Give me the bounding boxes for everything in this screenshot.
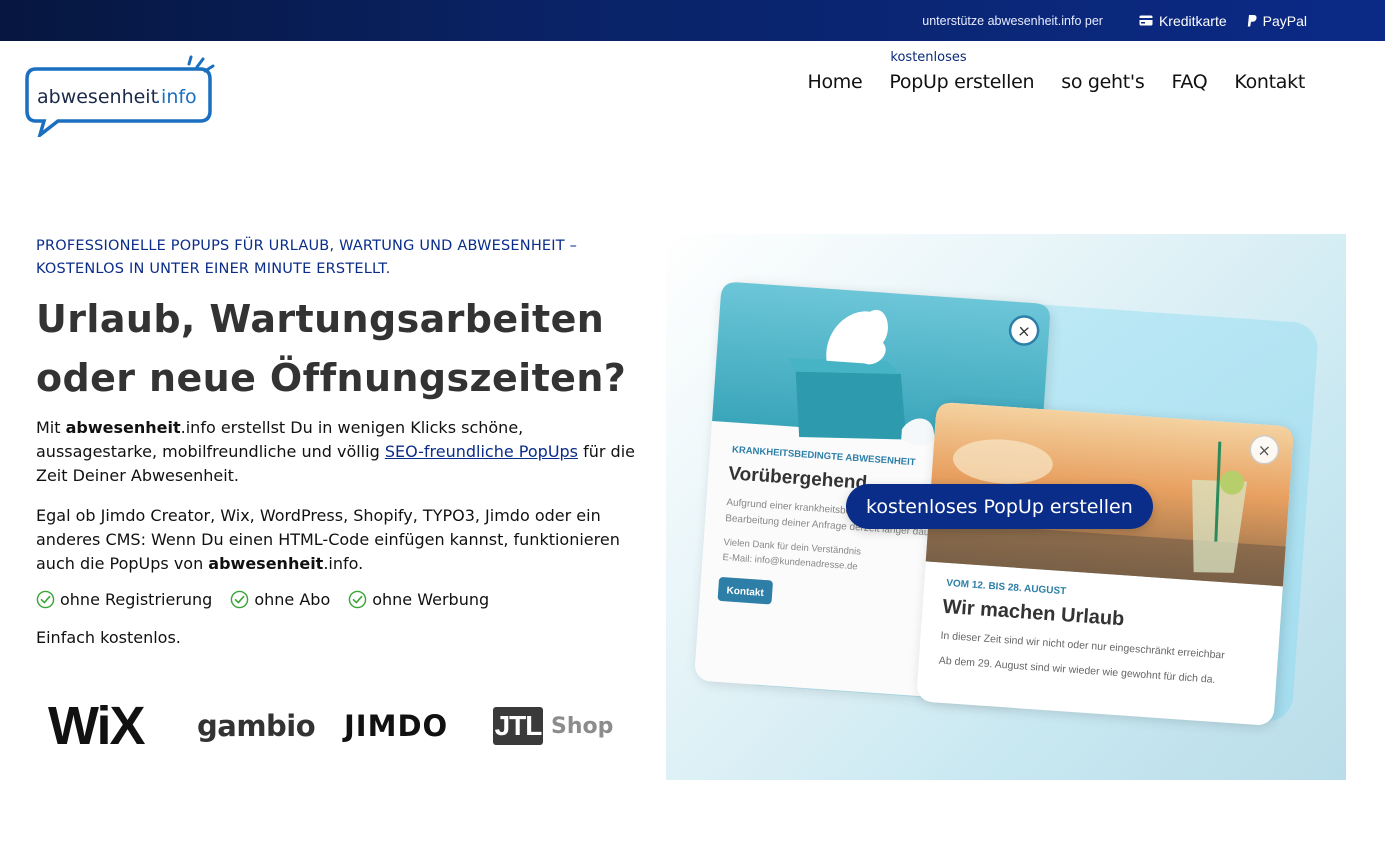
check-circle-icon bbox=[348, 590, 367, 609]
intro-prefix: Mit bbox=[36, 418, 66, 437]
feature-item: ohne Abo bbox=[230, 590, 330, 609]
paypal-icon bbox=[1247, 14, 1257, 27]
jtl-shop-word: Shop bbox=[551, 713, 614, 739]
hero-headline: Urlaub, Wartungsarbeiten oder neue Öffnu… bbox=[36, 290, 656, 408]
eyebrow-line-2: KOSTENLOS IN UNTER EINER MINUTE ERSTELLT… bbox=[36, 261, 391, 277]
feature-list: ohne Registrierung ohne Abo ohne Werbung bbox=[36, 590, 507, 609]
credit-card-icon bbox=[1139, 15, 1153, 26]
credit-card-label: Kreditkarte bbox=[1158, 12, 1227, 29]
jtl-mark: JTL bbox=[493, 707, 543, 745]
main-nav: Home kostenloses PopUp erstellen so geht… bbox=[780, 50, 1305, 93]
create-popup-cta-button[interactable]: kostenloses PopUp erstellen bbox=[846, 484, 1153, 529]
nav-contact[interactable]: Kontakt bbox=[1234, 71, 1305, 93]
paypal-label: PayPal bbox=[1262, 12, 1307, 29]
cms-suffix: .info. bbox=[323, 554, 364, 573]
hero-eyebrow: PROFESSIONELLE POPUPS FÜR URLAUB, WARTUN… bbox=[36, 235, 636, 281]
support-text: unterstütze abwesenheit.info per bbox=[922, 13, 1103, 28]
paypal-link[interactable]: PayPal bbox=[1247, 13, 1307, 29]
cms-brand: abwesenheit bbox=[208, 554, 324, 573]
nav-create-popup-overline: kostenloses bbox=[890, 50, 967, 65]
headline-line-1: Urlaub, Wartungsarbeiten bbox=[36, 297, 605, 341]
check-circle-icon bbox=[36, 590, 55, 609]
nav-howto[interactable]: so geht's bbox=[1061, 71, 1145, 93]
hero-illustration: × KRANKHEITSBEDINGTE ABWESENHEIT Vorüber… bbox=[666, 234, 1346, 780]
nav-create-popup-label: PopUp erstellen bbox=[889, 71, 1035, 93]
feature-item: ohne Werbung bbox=[348, 590, 489, 609]
popup-sick-close-icon: × bbox=[1017, 321, 1032, 341]
feature-label: ohne Registrierung bbox=[60, 590, 213, 609]
jtl-shop-logo: JTL Shop bbox=[493, 700, 613, 752]
site-logo[interactable]: abwesenheit .info bbox=[22, 55, 218, 140]
check-circle-icon bbox=[231, 590, 249, 609]
tagline: Einfach kostenlos. bbox=[36, 628, 181, 647]
nav-home[interactable]: Home bbox=[807, 71, 862, 93]
cms-paragraph: Egal ob Jimdo Creator, Wix, WordPress, S… bbox=[36, 504, 636, 576]
site-header: abwesenheit .info Home kostenloses PopUp… bbox=[0, 41, 1385, 141]
feature-label: ohne Werbung bbox=[372, 590, 490, 609]
feature-label: ohne Abo bbox=[254, 590, 331, 609]
headline-line-2: oder neue Öffnungszeiten? bbox=[36, 356, 627, 400]
popup-vacation-close-icon: × bbox=[1257, 440, 1272, 460]
popup-vacation: × VOM 12. BIS 28. AUGUST Wir machen Urla… bbox=[917, 402, 1295, 727]
logo-text-tld: .info bbox=[155, 86, 197, 108]
eyebrow-line-1: PROFESSIONELLE POPUPS FÜR URLAUB, WARTUN… bbox=[36, 238, 578, 254]
seo-popups-link[interactable]: SEO-freundliche PopUps bbox=[385, 442, 578, 461]
intro-brand: abwesenheit bbox=[65, 418, 181, 437]
feature-item: ohne Registrierung bbox=[36, 590, 212, 609]
wix-logo: WiX bbox=[48, 696, 146, 756]
jimdo-logo: JIMDO bbox=[344, 709, 449, 743]
gambio-logo: gambio bbox=[197, 709, 316, 743]
nav-create-popup[interactable]: kostenloses PopUp erstellen bbox=[889, 50, 1035, 93]
logo-text-main: abwesenheit bbox=[37, 86, 158, 108]
intro-paragraph: Mit abwesenheit.info erstellst Du in wen… bbox=[36, 416, 636, 488]
cms-logo-row: WiX gambio JIMDO JTL Shop bbox=[48, 696, 628, 756]
support-bar: unterstütze abwesenheit.info per Kreditk… bbox=[0, 0, 1385, 41]
credit-card-link[interactable]: Kreditkarte bbox=[1139, 13, 1227, 29]
nav-faq[interactable]: FAQ bbox=[1171, 71, 1207, 93]
